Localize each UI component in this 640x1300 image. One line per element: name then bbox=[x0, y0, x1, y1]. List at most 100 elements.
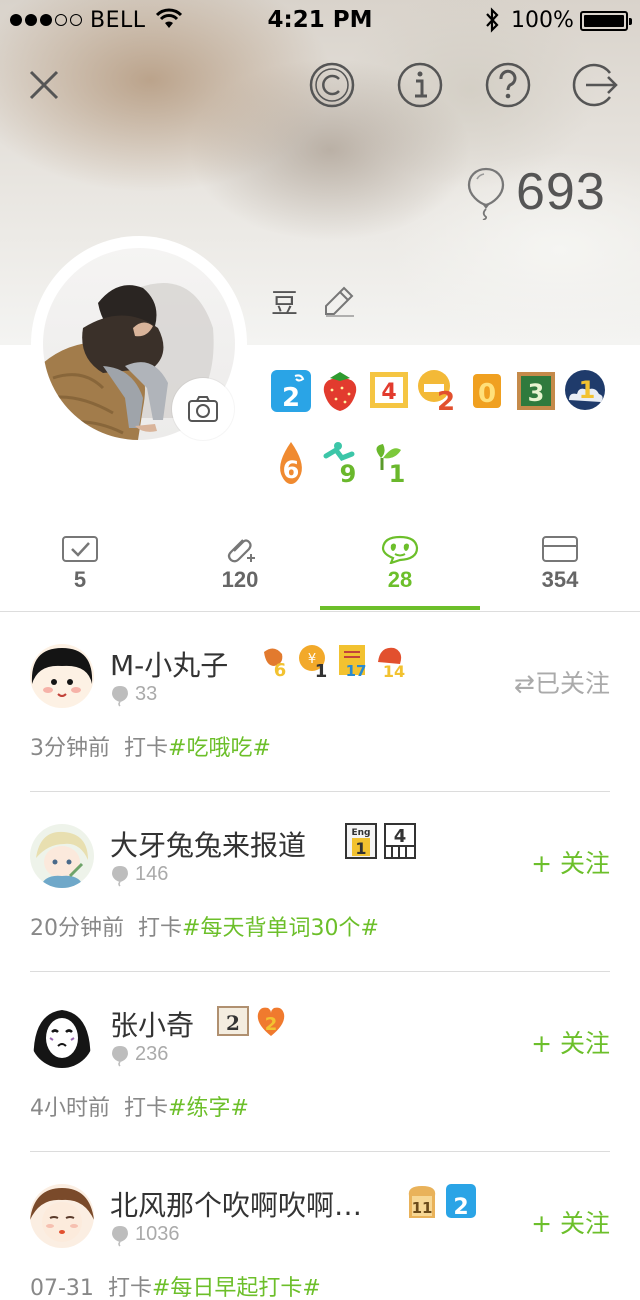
balloon-icon bbox=[112, 1226, 128, 1247]
username: 豆 bbox=[271, 289, 298, 320]
follow-button[interactable]: + 关注 bbox=[531, 1204, 610, 1240]
badge-14-cap: 14 bbox=[378, 647, 405, 680]
badge-6-drumstick: 6 bbox=[264, 648, 286, 680]
svg-text:0: 0 bbox=[478, 379, 496, 409]
edit-name-icon[interactable] bbox=[322, 284, 356, 318]
user-name[interactable]: 张小奇 bbox=[110, 1004, 194, 1044]
svg-text:6: 6 bbox=[283, 456, 300, 484]
user-name[interactable]: 大牙兔兔来报道 bbox=[110, 824, 306, 864]
badge-4-red-frame: 4 bbox=[370, 372, 408, 408]
svg-text:Eng: Eng bbox=[352, 828, 371, 838]
svg-text:2: 2 bbox=[453, 1195, 468, 1220]
badge-17-book: 17 bbox=[339, 645, 367, 680]
checkin-tag[interactable]: #每日早起打卡# bbox=[152, 1276, 321, 1300]
info-icon bbox=[397, 62, 443, 108]
list-item[interactable]: 张小奇 2 2 236 + 关注 4小时前 打卡#练字# bbox=[0, 972, 640, 1152]
help-button[interactable] bbox=[484, 61, 532, 109]
profile-stats-tabs: 5 120 28 354 bbox=[0, 528, 640, 612]
checkin-action: 打卡 bbox=[124, 736, 169, 761]
tab-count: 120 bbox=[221, 567, 259, 592]
svg-text:17: 17 bbox=[346, 662, 367, 680]
list-item[interactable]: M-小丸子 6 ¥ 1 17 14 33 ⇄已关注 3分钟前 打卡#吃哦吃# bbox=[0, 612, 640, 792]
copyright-button[interactable] bbox=[308, 61, 356, 109]
svg-text:2: 2 bbox=[226, 1011, 240, 1035]
svg-text:3: 3 bbox=[528, 379, 545, 407]
svg-text:2: 2 bbox=[437, 387, 455, 412]
badge-3-chalkboard: 3 bbox=[517, 372, 555, 410]
bluetooth-icon bbox=[486, 7, 499, 33]
checkin-tag[interactable]: #练字# bbox=[168, 1096, 249, 1121]
badge-1-sprout: 1 bbox=[376, 444, 405, 484]
checkin-meta: 20分钟前 打卡#每天背单词30个# bbox=[30, 910, 379, 942]
tab-following[interactable]: 28 bbox=[320, 528, 480, 612]
tab-checkins[interactable]: 5 bbox=[0, 528, 160, 612]
checkin-time: 07-31 bbox=[30, 1276, 94, 1300]
checkin-meta: 3分钟前 打卡#吃哦吃# bbox=[30, 730, 271, 762]
checkin-time: 20分钟前 bbox=[30, 916, 124, 941]
balloon-icon bbox=[467, 167, 505, 220]
user-balloon-count: 146 bbox=[135, 863, 169, 885]
follow-button[interactable]: + 关注 bbox=[531, 844, 610, 880]
balloon-icon bbox=[112, 686, 128, 707]
svg-text:14: 14 bbox=[383, 662, 405, 680]
user-avatar[interactable] bbox=[30, 1184, 94, 1248]
balloon-icon bbox=[112, 1046, 128, 1067]
badge-1-cloud: 1 bbox=[565, 370, 605, 410]
logout-button[interactable] bbox=[572, 61, 620, 109]
copyright-icon bbox=[309, 62, 355, 108]
badge-2-mouth: 2 bbox=[418, 370, 455, 412]
help-icon bbox=[485, 62, 531, 108]
svg-text:1: 1 bbox=[315, 661, 328, 680]
user-balloon-count: 33 bbox=[135, 683, 158, 705]
checkin-tag[interactable]: #吃哦吃# bbox=[168, 736, 271, 761]
status-bar: BELL 4:21 PM 100% bbox=[0, 0, 640, 40]
badge-9-runner: 9 bbox=[323, 442, 357, 484]
checkin-tag[interactable]: #每天背单词30个# bbox=[182, 916, 379, 941]
user-avatar[interactable] bbox=[30, 1004, 94, 1068]
tab-cards[interactable]: 354 bbox=[480, 528, 640, 612]
follow-button[interactable]: + 关注 bbox=[531, 1024, 610, 1060]
close-icon bbox=[29, 70, 59, 100]
followed-button[interactable]: ⇄已关注 bbox=[514, 664, 610, 700]
badge-strawberry bbox=[323, 372, 357, 411]
tab-attachments[interactable]: 120 bbox=[160, 528, 320, 612]
battery-percentage: 100% bbox=[511, 8, 574, 33]
svg-text:2: 2 bbox=[282, 383, 300, 412]
svg-text:11: 11 bbox=[412, 1199, 433, 1217]
active-tab-indicator bbox=[320, 606, 480, 610]
badge-0-orange: 0 bbox=[473, 374, 501, 409]
battery-icon bbox=[580, 11, 632, 31]
logout-icon bbox=[572, 63, 618, 107]
tab-count: 28 bbox=[387, 567, 413, 592]
balloon-icon bbox=[112, 866, 128, 887]
list-item[interactable]: 北风那个吹啊吹啊… 11 2 1036 + 关注 07-31 打卡#每日早起打卡… bbox=[0, 1152, 640, 1300]
user-avatar[interactable] bbox=[30, 644, 94, 708]
user-name[interactable]: 北风那个吹啊吹啊… bbox=[110, 1184, 362, 1224]
balloon-count: 693 bbox=[516, 163, 606, 221]
user-name[interactable]: M-小丸子 bbox=[110, 644, 228, 684]
badge-11-toast: 11 bbox=[408, 1186, 436, 1218]
user-avatar[interactable] bbox=[30, 824, 94, 888]
list-item[interactable]: 大牙兔兔来报道 Eng 1 4 146 + 关注 20分钟前 打卡#每天背单词3… bbox=[0, 792, 640, 972]
checkin-action: 打卡 bbox=[138, 916, 183, 941]
badge-2-paper: 2 bbox=[217, 1006, 249, 1036]
tab-count: 5 bbox=[73, 567, 87, 592]
checkin-time: 4小时前 bbox=[30, 1096, 110, 1121]
svg-text:2: 2 bbox=[265, 1014, 278, 1035]
badge-2-blue: 2 bbox=[446, 1184, 476, 1220]
tab-count: 354 bbox=[541, 567, 579, 592]
change-avatar-button[interactable] bbox=[172, 378, 234, 440]
paperclip-plus-icon bbox=[227, 539, 255, 563]
svg-text:4: 4 bbox=[381, 380, 396, 405]
badge-2-blue: 2 bbox=[271, 370, 311, 412]
svg-text:9: 9 bbox=[340, 460, 357, 484]
badge-6-drop: 6 bbox=[280, 442, 302, 484]
info-button[interactable] bbox=[396, 61, 444, 109]
checkin-action: 打卡 bbox=[107, 1276, 152, 1300]
badge-2-heart: 2 bbox=[257, 1007, 285, 1036]
close-button[interactable] bbox=[20, 61, 68, 109]
card-icon bbox=[542, 536, 578, 562]
checkin-time: 3分钟前 bbox=[30, 736, 110, 761]
camera-icon bbox=[188, 396, 218, 422]
checkin-meta: 07-31 打卡#每日早起打卡# bbox=[30, 1270, 321, 1300]
